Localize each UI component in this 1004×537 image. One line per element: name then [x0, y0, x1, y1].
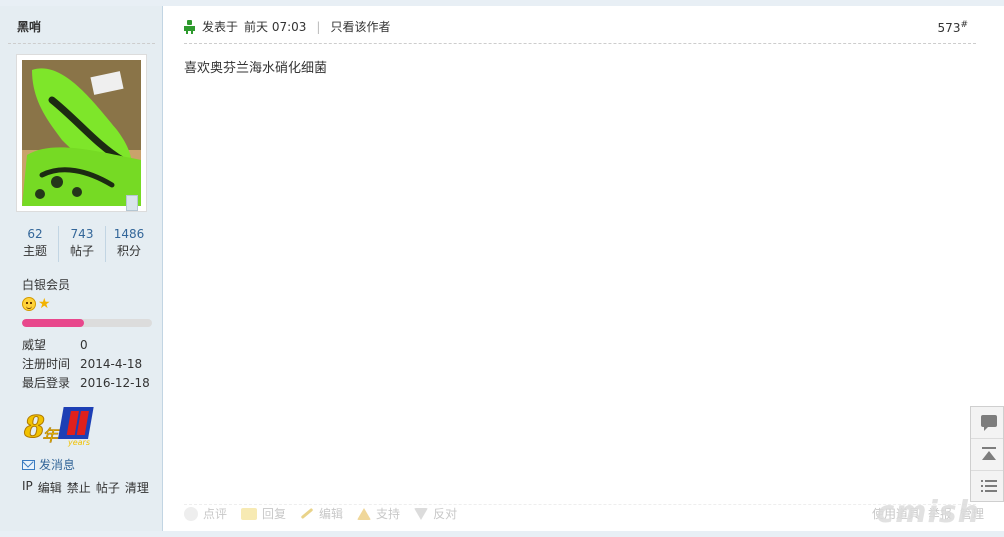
info-row: 最后登录 2016-12-18	[22, 374, 152, 393]
svg-text:年: 年	[42, 426, 60, 445]
stat-value[interactable]: 743	[59, 226, 105, 242]
stat-label: 主题	[22, 244, 47, 258]
medal-icon: 8 年 years	[23, 407, 94, 447]
smiley-rank-icon	[22, 297, 36, 311]
admin-links: IP 编辑 禁止 帖子 清理	[22, 479, 149, 496]
posted-label: 发表于	[202, 20, 239, 34]
reply-label: 回复	[262, 507, 287, 521]
sidebar-divider	[8, 43, 155, 44]
admin-edit-link[interactable]: 编辑	[38, 479, 62, 496]
thumbs-down-icon	[414, 507, 429, 520]
support-button[interactable]: 支持	[357, 505, 400, 522]
level-progress-fill	[22, 319, 85, 327]
header-separator	[184, 43, 976, 44]
stat-value[interactable]: 1486	[106, 226, 152, 242]
admin-clean-link[interactable]: 清理	[125, 479, 149, 496]
level-progress-bar	[22, 319, 152, 327]
thumbs-up-icon	[357, 507, 372, 520]
info-key: 威望	[22, 338, 47, 352]
floor-number-link[interactable]: 573#	[938, 20, 968, 35]
thread-list-button[interactable]	[971, 471, 1003, 503]
post-content: 喜欢奥芬兰海水硝化细菌	[184, 61, 328, 76]
arrow-up-icon	[982, 451, 996, 460]
info-value: 2016-12-18	[80, 376, 150, 390]
info-value: 0	[80, 338, 88, 352]
envelope-icon	[22, 459, 35, 470]
list-icon	[981, 480, 997, 494]
stat-threads[interactable]: 62 主题	[12, 226, 59, 262]
admin-ip-link[interactable]: IP	[22, 479, 33, 496]
comment-button[interactable]: 点评	[184, 505, 227, 522]
online-user-icon	[184, 19, 195, 34]
send-message-label: 发消息	[39, 458, 76, 472]
stat-value[interactable]: 62	[12, 226, 58, 242]
stat-label: 帖子	[69, 244, 94, 258]
avatar[interactable]	[22, 60, 141, 206]
info-row: 威望 0	[22, 336, 152, 355]
comment-label: 点评	[203, 507, 228, 521]
admin-posts-link[interactable]: 帖子	[96, 479, 120, 496]
star-rank-icon: ★	[38, 296, 51, 312]
only-author-link[interactable]: 只看该作者	[330, 18, 390, 35]
info-row: 注册时间 2014-4-18	[22, 355, 152, 374]
edit-icon	[300, 507, 314, 520]
info-key: 注册时间	[22, 357, 71, 371]
admin-ban-link[interactable]: 禁止	[67, 479, 91, 496]
floor-number: 573	[937, 21, 961, 35]
floating-toolbar	[970, 406, 1004, 502]
post-actions: 点评 回复 编辑 支持 反对	[184, 505, 457, 522]
back-to-top-icon	[982, 447, 996, 449]
comment-icon	[184, 506, 198, 521]
edit-label: 编辑	[319, 507, 344, 521]
header-divider: |	[316, 19, 321, 34]
back-to-top-button[interactable]	[971, 439, 1003, 471]
post-header: 发表于 前天 07:03 | 只看该作者	[184, 18, 390, 35]
edit-button[interactable]: 编辑	[300, 505, 343, 522]
oppose-label: 反对	[433, 507, 458, 521]
user-group[interactable]: 白银会员	[22, 276, 70, 293]
send-message-link[interactable]: 发消息	[22, 456, 75, 473]
site-watermark: cmish	[876, 495, 980, 530]
quick-reply-button[interactable]	[971, 407, 1003, 439]
medal-badge[interactable]: 8 年 years	[22, 405, 100, 447]
author-username[interactable]: 黑哨	[17, 18, 41, 35]
avatar-image	[22, 60, 141, 206]
chat-bubble-icon	[981, 415, 997, 431]
svg-text:years: years	[67, 438, 90, 447]
oppose-button[interactable]: 反对	[414, 505, 457, 522]
support-label: 支持	[376, 507, 401, 521]
stat-label: 积分	[116, 244, 141, 258]
author-info: 威望 0 注册时间 2014-4-18 最后登录 2016-12-18	[22, 336, 152, 393]
online-status-icon	[126, 195, 138, 211]
stat-points[interactable]: 1486 积分	[106, 226, 152, 262]
floor-suffix: #	[960, 20, 968, 30]
post-time: 前天 07:03	[244, 20, 307, 34]
reply-icon	[241, 507, 258, 520]
info-key: 最后登录	[22, 376, 71, 390]
author-sidebar: 黑哨 62 主题 743 帖子 1486 积分 白银会员 ★ 威望 0 注册时间…	[0, 6, 163, 531]
stat-posts[interactable]: 743 帖子	[59, 226, 106, 262]
rank-icons: ★	[22, 297, 51, 311]
reply-button[interactable]: 回复	[241, 505, 286, 522]
post-main: 发表于 前天 07:03 | 只看该作者 573# 喜欢奥芬兰海水硝化细菌 点评…	[164, 6, 1004, 531]
bottom-border	[0, 531, 1004, 537]
author-stats: 62 主题 743 帖子 1486 积分	[12, 226, 152, 262]
avatar-frame[interactable]	[16, 54, 147, 212]
info-value: 2014-4-18	[80, 357, 143, 371]
